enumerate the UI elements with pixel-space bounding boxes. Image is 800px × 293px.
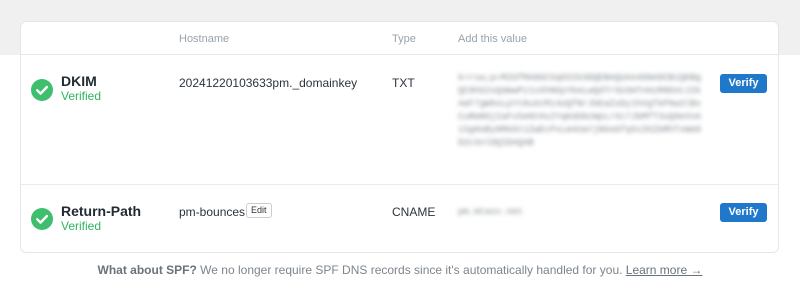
column-header-value: Add this value <box>458 33 528 45</box>
status-badge: Verified <box>61 219 102 233</box>
status-badge: Verified <box>61 89 102 103</box>
hostname-value[interactable]: pm-bounces <box>179 205 245 219</box>
record-value[interactable]: pm.mtasv.net <box>458 206 578 220</box>
hostname-value[interactable]: 20241220103633pm._domainkey <box>179 76 357 90</box>
table-header: Hostname Type Add this value <box>21 22 778 55</box>
verify-button[interactable]: Verify <box>720 74 767 93</box>
check-circle-icon <box>31 79 53 101</box>
column-header-type: Type <box>392 33 416 45</box>
learn-more-link[interactable]: Learn more → <box>626 263 703 277</box>
dns-records-table: Hostname Type Add this value DKIM Verifi… <box>20 21 779 253</box>
column-header-hostname: Hostname <box>179 33 230 45</box>
spf-question: What about SPF? <box>97 263 197 277</box>
row-divider <box>21 184 778 185</box>
record-type: CNAME <box>392 205 436 219</box>
record-value[interactable]: k=rsa;p=MIGfMA0GCSqGSIb3DQEBAQUAA4GNADCB… <box>458 72 706 164</box>
record-type: TXT <box>392 76 415 90</box>
edit-hostname-button[interactable]: Edit <box>246 203 272 218</box>
record-name: DKIM <box>61 73 97 89</box>
spf-note-text: We no longer require SPF DNS records sin… <box>196 263 626 277</box>
spf-note: What about SPF? We no longer require SPF… <box>0 263 800 277</box>
check-circle-icon <box>31 208 53 230</box>
record-name: Return-Path <box>61 203 142 219</box>
verify-button[interactable]: Verify <box>720 203 767 222</box>
